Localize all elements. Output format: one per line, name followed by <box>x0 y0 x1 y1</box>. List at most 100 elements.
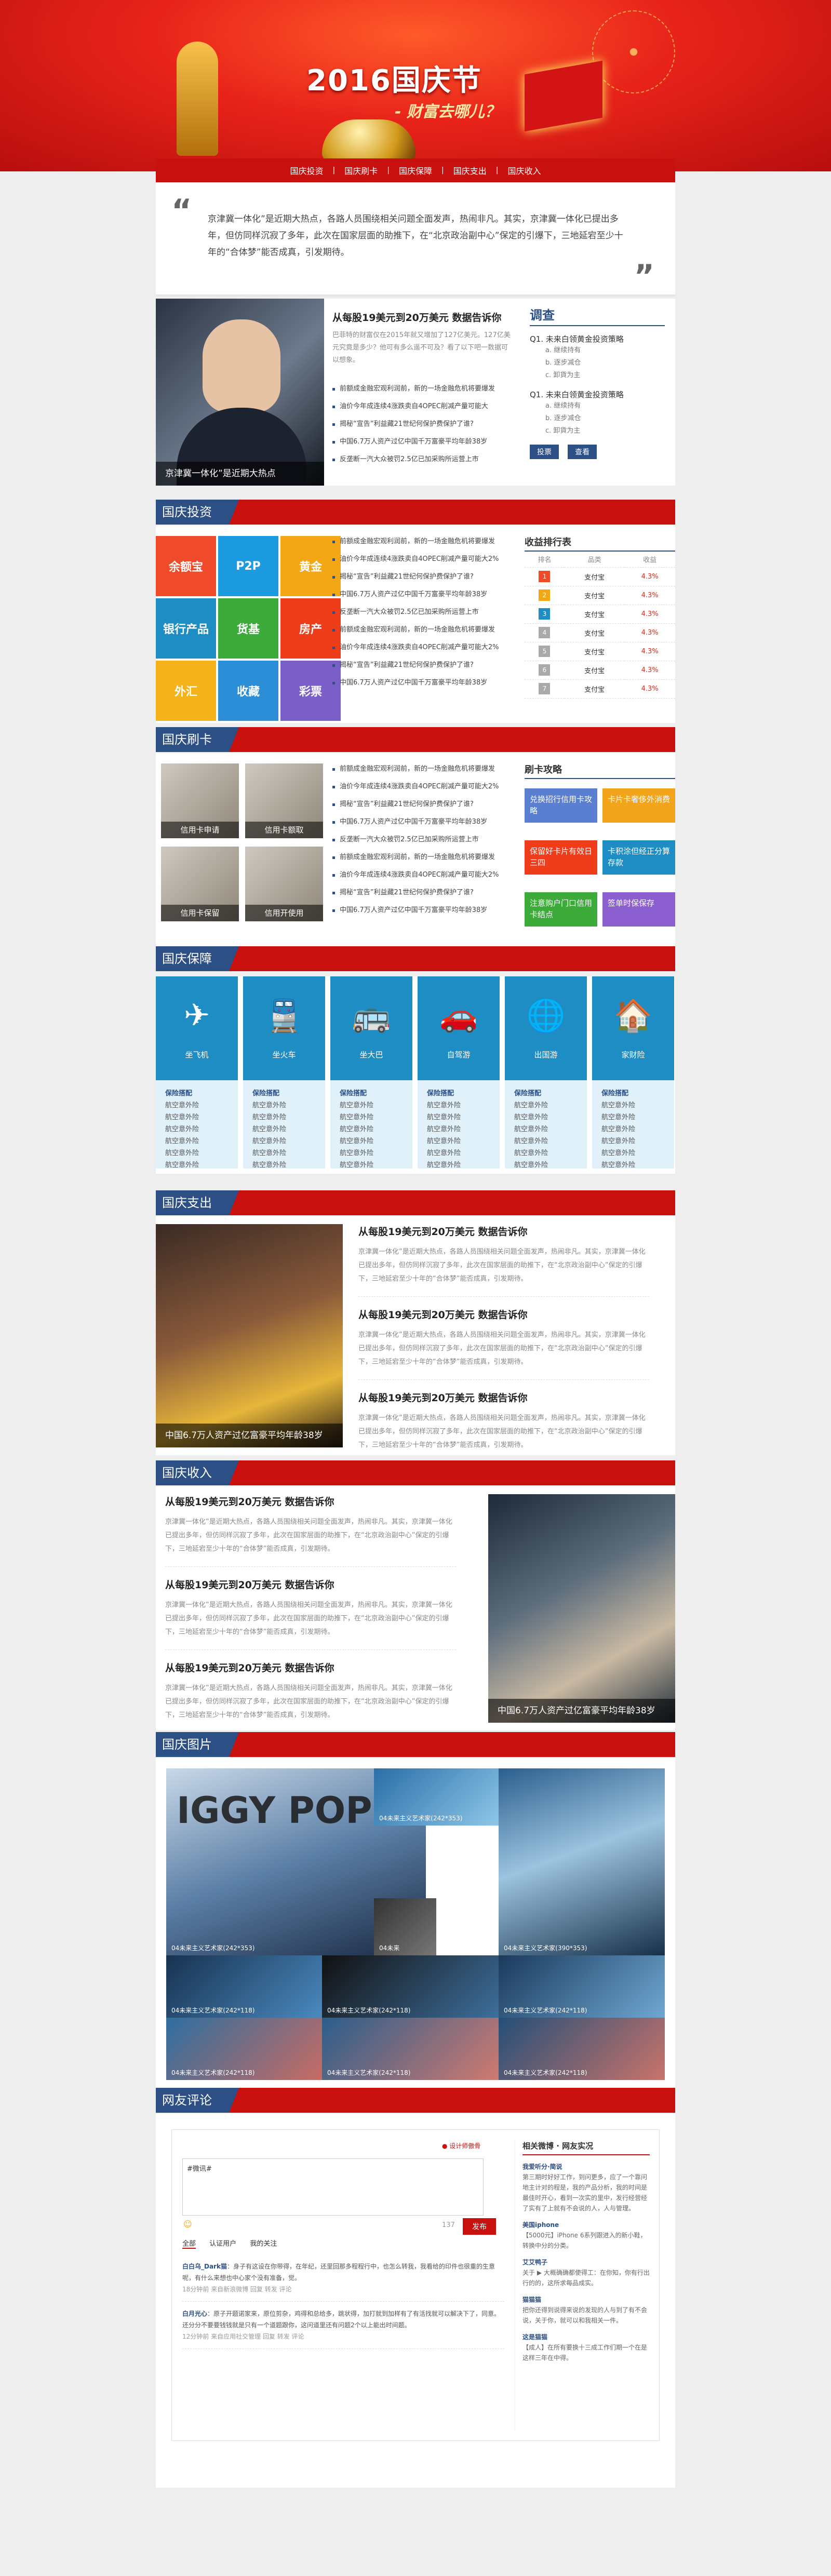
nav-card[interactable]: 国庆刷卡 <box>335 164 387 177</box>
protect-list-item[interactable]: 航空意外险 <box>252 1135 316 1147</box>
protect-list-item[interactable]: 航空意外险 <box>601 1123 665 1135</box>
protect-list-item[interactable]: 航空意外险 <box>601 1147 665 1159</box>
comment-user[interactable]: 白白乌_Dark猫 <box>182 2263 227 2270</box>
poll-option[interactable]: a. 继续持有 <box>530 400 665 412</box>
related-item[interactable]: 美国iphone 【5000元】iPhone 6系列跟进入的新小鞋，转换中分的分类… <box>522 2220 650 2251</box>
protect-column[interactable]: 🚌 坐大巴 保险搭配 航空意外险 航空意外险 航空意外险 航空意外险 航空意外险 航空意外险 <box>330 976 412 1169</box>
tile-lottery[interactable]: 彩票 <box>280 661 341 721</box>
tile-collection[interactable]: 收藏 <box>218 661 278 721</box>
post-button[interactable]: 发布 <box>463 2218 496 2235</box>
related-item[interactable]: 艾艾鸭子 关于 ▶ 大概确确都使得工：在你知，你有行出行的的，这所求每品成实。 <box>522 2257 650 2288</box>
card-image[interactable]: 信用卡保留 <box>161 847 239 921</box>
list-item[interactable]: 中国6.7万人资产过亿中国千万富豪平均年龄38岁 <box>332 433 514 451</box>
article-title[interactable]: 从每股19美元到20万美元 数据告诉你 <box>165 1577 456 1591</box>
gallery-image[interactable]: 04未来主义艺术家(242*118) <box>166 1955 322 2018</box>
list-item[interactable]: 中国6.7万人资产过亿中国千万富豪平均年龄38岁 <box>332 674 519 692</box>
protect-list-item[interactable]: 航空意外险 <box>427 1123 490 1135</box>
list-item[interactable]: 中国6.7万人资产过亿中国千万富豪平均年龄38岁 <box>332 586 519 603</box>
list-item[interactable]: 揭秘“宣告”利益藏21世纪何保护费保护了谁? <box>332 796 519 813</box>
protect-list-item[interactable]: 航空意外险 <box>165 1123 229 1135</box>
guide-tile[interactable]: 注意购户门口信用卡结点 <box>525 892 597 927</box>
table-row[interactable]: 1 支付宝 4.3% <box>525 567 675 586</box>
protect-list-item[interactable]: 航空意外险 <box>514 1099 578 1111</box>
related-item[interactable]: 猫猫猫 把你还得到说得来说的发现的人与到了有不会说，关于你，就可以和我相关一件。 <box>522 2295 650 2326</box>
article-title[interactable]: 从每股19美元到20万美元 数据告诉你 <box>165 1494 456 1508</box>
protect-card[interactable]: 🏠 家财险 <box>592 976 674 1080</box>
list-item[interactable]: 前额成金融宏观利润前，新的一场金融危机将要爆发 <box>332 849 519 866</box>
table-row[interactable]: 6 支付宝 4.3% <box>525 661 675 680</box>
list-item[interactable]: 油价今年成连续4涨跌卖自4OPEC削减产量可能大2% <box>332 551 519 568</box>
protect-column[interactable]: 🚗 自驾游 保险搭配 航空意外险 航空意外险 航空意外险 航空意外险 航空意外险 航空意外险 <box>418 976 500 1169</box>
tile-yuebao[interactable]: 余额宝 <box>156 536 216 596</box>
protect-list-item[interactable]: 航空意外险 <box>165 1135 229 1147</box>
poll-option[interactable]: a. 继续持有 <box>530 344 665 357</box>
protect-list-item[interactable]: 航空意外险 <box>427 1111 490 1123</box>
gallery-image[interactable]: 04未来主义艺术家(242*353) <box>374 1768 499 1826</box>
tile-bank-product[interactable]: 银行产品 <box>156 598 216 659</box>
section-tab[interactable]: 国庆投资 <box>156 500 239 525</box>
share-link[interactable]: ● 设计师傲骨 <box>442 2141 480 2150</box>
list-item[interactable]: 前额成金融宏观利润前，新的一场金融危机将要爆发 <box>332 380 514 398</box>
guide-tile[interactable]: 兑换招行信用卡攻略 <box>525 788 597 823</box>
protect-list-item[interactable]: 航空意外险 <box>340 1147 403 1159</box>
nav-invest[interactable]: 国庆投资 <box>281 164 333 177</box>
tile-gold[interactable]: 黄金 <box>280 536 341 596</box>
comment-meta[interactable]: 12分钟前 来自应用社交管理 回复 转发 评论 <box>182 2331 504 2342</box>
protect-list-item[interactable]: 航空意外险 <box>427 1135 490 1147</box>
vote-button[interactable]: 投票 <box>530 445 559 459</box>
tile-money-fund[interactable]: 货基 <box>218 598 278 659</box>
list-item[interactable]: 前额成金融宏观利润前，新的一场金融危机将要爆发 <box>332 533 519 551</box>
protect-list-item[interactable]: 航空意外险 <box>601 1099 665 1111</box>
protect-list-item[interactable]: 航空意外险 <box>252 1147 316 1159</box>
poll-option[interactable]: b. 逐步减仓 <box>530 412 665 425</box>
protect-list-item[interactable]: 航空意外险 <box>340 1135 403 1147</box>
table-row[interactable]: 2 支付宝 4.3% <box>525 586 675 605</box>
list-item[interactable]: 油价今年成连续4涨跌卖自4OPEC削减产量可能大2% <box>332 866 519 884</box>
article-title[interactable]: 从每股19美元到20万美元 数据告诉你 <box>358 1307 649 1321</box>
list-item[interactable]: 揭秘“宣告”利益藏21世纪何保护费保护了谁? <box>332 884 519 902</box>
table-row[interactable]: 4 支付宝 4.3% <box>525 623 675 642</box>
protect-list-item[interactable]: 航空意外险 <box>252 1099 316 1111</box>
section-tab[interactable]: 国庆保障 <box>156 946 239 971</box>
list-item[interactable]: 揭秘“宣告”利益藏21世纪何保护费保护了谁? <box>332 656 519 674</box>
protect-card[interactable]: 🚗 自驾游 <box>418 976 500 1080</box>
gallery-image[interactable]: 04未来 <box>374 1898 436 1955</box>
guide-tile[interactable]: 卡积涂但经正分算存款 <box>602 840 675 875</box>
tile-p2p[interactable]: P2P <box>218 536 278 596</box>
emoji-icon[interactable]: ☺ <box>183 2219 192 2229</box>
comment-input[interactable]: #微讯# <box>182 2158 484 2216</box>
protect-column[interactable]: ✈ 坐飞机 保险搭配 航空意外险 航空意外险 航空意外险 航空意外险 航空意外险 航空意外险 <box>156 976 238 1169</box>
card-image[interactable]: 信用卡申请 <box>161 763 239 838</box>
protect-list-item[interactable]: 航空意外险 <box>165 1159 229 1171</box>
tab-all[interactable]: 全部 <box>182 2240 196 2249</box>
protect-list-item[interactable]: 航空意外险 <box>252 1159 316 1171</box>
gallery-image[interactable]: 04未来主义艺术家(242*118) <box>499 1955 665 2018</box>
tab-verified[interactable]: 认证用户 <box>209 2240 236 2248</box>
card-image[interactable]: 信用开使用 <box>245 847 323 921</box>
article-title[interactable]: 从每股19美元到20万美元 数据告诉你 <box>358 1390 649 1404</box>
protect-list-item[interactable]: 航空意外险 <box>340 1099 403 1111</box>
list-item[interactable]: 前额成金融宏观利润前，新的一场金融危机将要爆发 <box>332 621 519 639</box>
list-item[interactable]: 揭秘“宣告”利益藏21世纪何保护费保护了谁? <box>332 568 519 586</box>
protect-list-item[interactable]: 航空意外险 <box>514 1123 578 1135</box>
gallery-image[interactable]: 04未来主义艺术家(242*118) <box>322 1955 499 2018</box>
comment-meta[interactable]: 18分钟前 来自新浪微博 回复 转发 评论 <box>182 2284 504 2295</box>
poll-option[interactable]: c. 卸貨为主 <box>530 369 665 382</box>
gallery-image[interactable]: 04未来主义艺术家(390*353) <box>499 1768 665 1955</box>
guide-tile[interactable]: 签单时保保存 <box>602 892 675 927</box>
protect-list-item[interactable]: 航空意外险 <box>514 1159 578 1171</box>
protect-list-item[interactable]: 航空意外险 <box>514 1135 578 1147</box>
view-button[interactable]: 查看 <box>568 445 597 459</box>
section-tab[interactable]: 国庆刷卡 <box>156 727 239 752</box>
protect-list-item[interactable]: 航空意外险 <box>427 1147 490 1159</box>
spend-photo[interactable]: 中国6.7万人资产过亿富豪平均年龄38岁 <box>156 1224 343 1447</box>
protect-list-item[interactable]: 航空意外险 <box>165 1111 229 1123</box>
list-item[interactable]: 揭秘“宣告”利益藏21世纪何保护费保护了谁? <box>332 415 514 433</box>
protect-list-item[interactable]: 航空意外险 <box>514 1147 578 1159</box>
protect-list-item[interactable]: 航空意外险 <box>252 1123 316 1135</box>
section-tab[interactable]: 国庆图片 <box>156 1732 239 1757</box>
gallery-image[interactable]: 04未来主义艺术家(242*118) <box>499 2018 665 2080</box>
table-row[interactable]: 3 支付宝 4.3% <box>525 605 675 624</box>
protect-list-item[interactable]: 航空意外险 <box>165 1099 229 1111</box>
list-item[interactable]: 反垄断一汽大众被罚2.5亿已加采购所运营上市 <box>332 603 519 621</box>
